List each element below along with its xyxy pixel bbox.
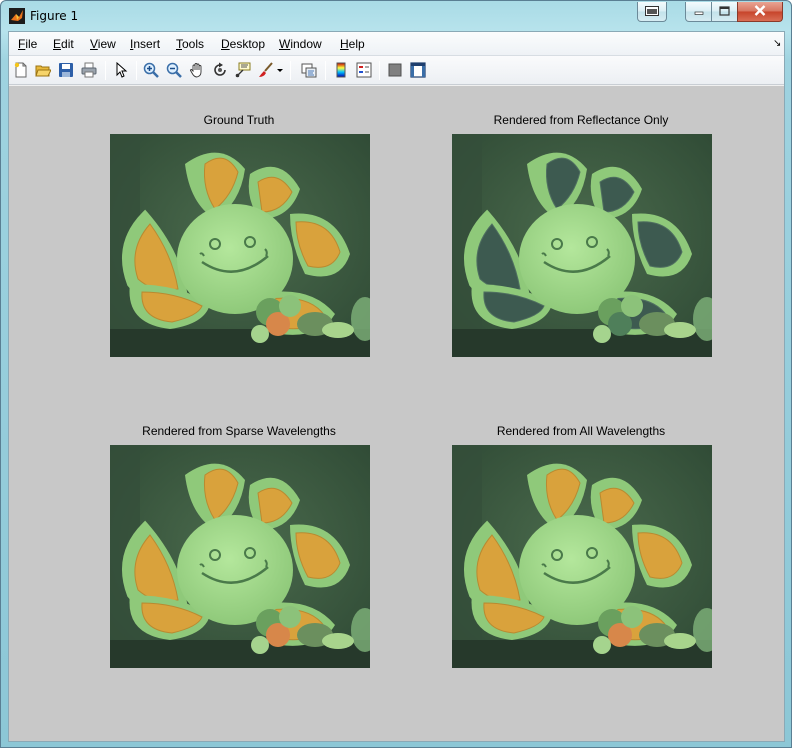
maximize-icon (719, 5, 730, 19)
chevron-down-icon (277, 69, 283, 72)
subplot-title: Rendered from Reflectance Only (493, 113, 669, 127)
subplot-image-ground-truth[interactable] (110, 134, 370, 357)
new-figure-button[interactable] (12, 61, 30, 79)
close-icon (754, 4, 766, 19)
figure-client-area: File Edit View Insert Tools Desktop Wind… (8, 31, 785, 742)
toolbar-separator (379, 61, 380, 80)
matlab-logo-icon (9, 8, 25, 24)
link-plot-icon (301, 63, 317, 78)
figure-toolbar (9, 56, 784, 85)
new-figure-icon (14, 62, 27, 78)
menu-file[interactable]: File (18, 37, 37, 51)
zoom-in-icon (143, 62, 159, 78)
toolbar-separator (325, 61, 326, 80)
insert-colorbar-button[interactable] (332, 61, 350, 79)
pan-hand-icon (190, 63, 202, 78)
edit-plot-button[interactable] (112, 61, 130, 79)
title-bar[interactable]: Figure 1 (1, 1, 791, 31)
figure-canvas[interactable]: Ground Truth Rendered from Reflectance O… (9, 86, 784, 741)
open-file-icon (35, 65, 51, 77)
menu-view[interactable]: View (90, 37, 116, 51)
toolbar-chevron-icon[interactable]: ↘ (773, 38, 781, 49)
save-figure-icon (59, 63, 73, 77)
subplot-image-all-wavelengths[interactable] (452, 445, 712, 668)
subplot-title: Ground Truth (203, 113, 275, 127)
zoom-out-button[interactable] (165, 61, 183, 79)
close-button[interactable] (737, 2, 783, 22)
menu-window[interactable]: Window (279, 37, 322, 51)
menu-edit[interactable]: Edit (53, 37, 74, 51)
brush-button[interactable] (257, 61, 275, 79)
pan-button[interactable] (188, 61, 206, 79)
subplot-image-sparse-wavelengths[interactable] (110, 445, 370, 668)
subplot-title: Rendered from Sparse Wavelengths (142, 424, 336, 438)
figure-window: Figure 1 File Edit View Insert Tools Des… (0, 0, 792, 748)
menu-desktop[interactable]: Desktop (221, 37, 265, 51)
hide-plot-tools-icon (388, 63, 402, 77)
toolbar-separator (136, 61, 137, 80)
menu-help[interactable]: Help (340, 37, 365, 51)
print-figure-icon (81, 62, 97, 78)
menu-insert[interactable]: Insert (130, 37, 160, 51)
toolbar-separator (290, 61, 291, 80)
menu-bar: File Edit View Insert Tools Desktop Wind… (9, 32, 784, 56)
window-title: Figure 1 (30, 9, 79, 23)
rotate-3d-icon (214, 62, 226, 76)
show-plot-tools-icon (410, 62, 426, 78)
hide-plot-tools-button[interactable] (386, 61, 404, 79)
data-cursor-button[interactable] (234, 61, 252, 79)
minimize-button[interactable] (685, 2, 712, 22)
subplot-image-reflectance-only[interactable] (452, 134, 712, 357)
insert-colorbar-icon (336, 62, 346, 78)
maximize-button[interactable] (711, 2, 738, 22)
insert-legend-icon (356, 62, 372, 78)
edit-plot-arrow-icon (116, 62, 128, 78)
open-file-button[interactable] (34, 61, 52, 79)
minimize-icon (694, 5, 704, 19)
brush-dropdown-button[interactable] (275, 61, 285, 79)
subplot-title: Rendered from All Wavelengths (496, 424, 666, 438)
print-figure-button[interactable] (80, 61, 98, 79)
show-plot-tools-button[interactable] (409, 61, 427, 79)
menu-tools[interactable]: Tools (176, 37, 204, 51)
link-plot-button[interactable] (300, 61, 318, 79)
rotate-3d-button[interactable] (211, 61, 229, 79)
dock-button[interactable] (637, 2, 667, 22)
data-cursor-icon (235, 62, 251, 78)
save-figure-button[interactable] (57, 61, 75, 79)
toolbar-separator (105, 61, 106, 80)
zoom-out-icon (166, 62, 182, 78)
dock-icon (645, 5, 659, 19)
zoom-in-button[interactable] (142, 61, 160, 79)
brush-icon (259, 62, 273, 77)
insert-legend-button[interactable] (355, 61, 373, 79)
